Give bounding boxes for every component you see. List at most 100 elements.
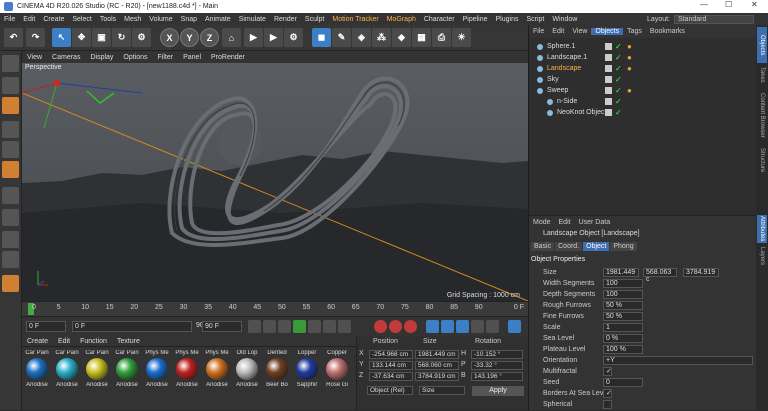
- menu-item-sculpt[interactable]: Sculpt: [301, 16, 328, 23]
- property-value[interactable]: 0: [603, 378, 643, 387]
- workplane-icon[interactable]: [2, 275, 19, 292]
- material-swatch[interactable]: Car Pain Anodise: [114, 350, 140, 388]
- menu-item-file[interactable]: File: [0, 16, 19, 23]
- previous-key-icon[interactable]: [263, 320, 276, 333]
- model-mode-icon[interactable]: [2, 77, 19, 94]
- menu-item-pipeline[interactable]: Pipeline: [459, 16, 492, 23]
- menu-item-plugins[interactable]: Plugins: [492, 16, 523, 23]
- next-key-icon[interactable]: [323, 320, 336, 333]
- menu-item-tools[interactable]: Tools: [96, 16, 120, 23]
- recent-tools-icon[interactable]: ⚙: [132, 28, 151, 47]
- deformer-icon[interactable]: ◆: [392, 28, 411, 47]
- menu-item-volume[interactable]: Volume: [145, 16, 176, 23]
- size-field[interactable]: 568.060 cm: [415, 361, 459, 370]
- minimize-icon[interactable]: —: [700, 0, 708, 9]
- viewport-menu-view[interactable]: View: [22, 54, 47, 61]
- menu-item-character[interactable]: Character: [420, 16, 459, 23]
- menu-item-edit[interactable]: Edit: [19, 16, 39, 23]
- attribute-menu-user-data[interactable]: User Data: [575, 219, 615, 226]
- property-value[interactable]: 1: [603, 323, 643, 332]
- close-icon[interactable]: ✕: [751, 0, 758, 9]
- viewport-menu-prorender[interactable]: ProRender: [206, 54, 250, 61]
- menu-item-snap[interactable]: Snap: [177, 16, 201, 23]
- move-tool-icon[interactable]: ✥: [72, 28, 91, 47]
- property-value[interactable]: 100 %: [603, 345, 643, 354]
- viewport-solo-icon[interactable]: [2, 231, 19, 248]
- z-axis-lock-icon[interactable]: Z: [200, 28, 219, 47]
- object-name[interactable]: NeoKnot Object: [557, 109, 606, 116]
- record-scale-icon[interactable]: [441, 320, 454, 333]
- enabled-check-icon[interactable]: ✓: [615, 108, 622, 117]
- material-tag-icon[interactable]: ●: [627, 64, 632, 73]
- coordinate-mode-dropdown[interactable]: Object (Rel): [367, 386, 413, 395]
- pen-tool-icon[interactable]: ✎: [332, 28, 351, 47]
- size-x-field[interactable]: 1981.449: [603, 268, 639, 277]
- render-picture-viewer-icon[interactable]: ▶: [264, 28, 283, 47]
- keyframe-selection-icon[interactable]: [404, 320, 417, 333]
- material-swatch[interactable]: Dented Beer Bo: [264, 350, 290, 388]
- light-icon[interactable]: ☀: [452, 28, 471, 47]
- timeline-window-icon[interactable]: [508, 320, 521, 333]
- material-menu-create[interactable]: Create: [22, 338, 53, 345]
- rotation-field[interactable]: -10.152 °: [471, 350, 523, 359]
- next-frame-icon[interactable]: [308, 320, 321, 333]
- object-name[interactable]: Landscape: [547, 65, 581, 72]
- material-swatch[interactable]: Phys Me Anodise: [144, 350, 170, 388]
- attribute-menu-mode[interactable]: Mode: [529, 219, 555, 226]
- edges-mode-icon[interactable]: [2, 141, 19, 158]
- object-name[interactable]: Sweep: [547, 87, 568, 94]
- object-menu-bookmarks[interactable]: Bookmarks: [646, 28, 689, 35]
- x-axis-lock-icon[interactable]: X: [160, 28, 179, 47]
- side-tab-objects[interactable]: Objects: [757, 27, 767, 63]
- material-menu-edit[interactable]: Edit: [53, 338, 75, 345]
- material-tag-icon[interactable]: ●: [627, 86, 632, 95]
- object-menu-view[interactable]: View: [568, 28, 591, 35]
- material-swatch[interactable]: Phys Me Anodise: [174, 350, 200, 388]
- material-tag-icon[interactable]: ●: [627, 53, 632, 62]
- property-value[interactable]: ✓: [603, 367, 612, 376]
- enable-axis-icon[interactable]: [2, 187, 19, 204]
- material-menu-texture[interactable]: Texture: [112, 338, 145, 345]
- menu-item-mograph[interactable]: MoGraph: [383, 16, 420, 23]
- enabled-check-icon[interactable]: ✓: [615, 64, 622, 73]
- position-field[interactable]: -254.968 cm: [369, 350, 413, 359]
- menu-item-mesh[interactable]: Mesh: [120, 16, 145, 23]
- cube-icon[interactable]: ◼: [312, 28, 331, 47]
- object-row[interactable]: Sweep ✓ ●: [529, 85, 757, 96]
- side-tab-content-browser[interactable]: Content Browser: [757, 87, 767, 143]
- record-keys-icon[interactable]: [374, 320, 387, 333]
- go-to-end-icon[interactable]: [338, 320, 351, 333]
- current-frame-field[interactable]: 0 F: [26, 321, 66, 332]
- object-name[interactable]: Landscape.1: [547, 54, 587, 61]
- menu-item-create[interactable]: Create: [39, 16, 68, 23]
- visibility-toggle-icon[interactable]: [605, 54, 612, 61]
- record-parameter-icon[interactable]: [471, 320, 484, 333]
- texture-mode-icon[interactable]: [2, 97, 19, 114]
- autokey-icon[interactable]: [389, 320, 402, 333]
- enabled-check-icon[interactable]: ✓: [615, 53, 622, 62]
- polygons-mode-icon[interactable]: [2, 161, 19, 178]
- select-tool-icon[interactable]: ↖: [52, 28, 71, 47]
- scale-tool-icon[interactable]: ▣: [92, 28, 111, 47]
- menu-item-window[interactable]: Window: [548, 16, 581, 23]
- viewport-menu-cameras[interactable]: Cameras: [47, 54, 85, 61]
- tab-phong[interactable]: Phong: [610, 242, 637, 251]
- material-menu-function[interactable]: Function: [75, 338, 112, 345]
- size-y-field[interactable]: 568.063 c: [643, 268, 677, 283]
- undo-icon[interactable]: ↶: [4, 28, 23, 47]
- tweak-icon[interactable]: [2, 209, 19, 226]
- menu-item-script[interactable]: Script: [522, 16, 548, 23]
- object-row[interactable]: Landscape.1 ✓ ●: [529, 52, 757, 63]
- make-editable-icon[interactable]: [2, 55, 19, 72]
- menu-item-animate[interactable]: Animate: [201, 16, 235, 23]
- rotation-field[interactable]: 143.196 °: [471, 372, 523, 381]
- play-icon[interactable]: [293, 320, 306, 333]
- material-swatch[interactable]: Phys Me Anodise: [204, 350, 230, 388]
- attribute-menu-edit[interactable]: Edit: [555, 219, 575, 226]
- maximize-icon[interactable]: ☐: [725, 0, 732, 9]
- object-menu-tags[interactable]: Tags: [623, 28, 646, 35]
- tab-basic[interactable]: Basic: [531, 242, 555, 251]
- array-icon[interactable]: ⁂: [372, 28, 391, 47]
- rotate-tool-icon[interactable]: ↻: [112, 28, 131, 47]
- material-swatch[interactable]: Old Lop Anodise: [234, 350, 260, 388]
